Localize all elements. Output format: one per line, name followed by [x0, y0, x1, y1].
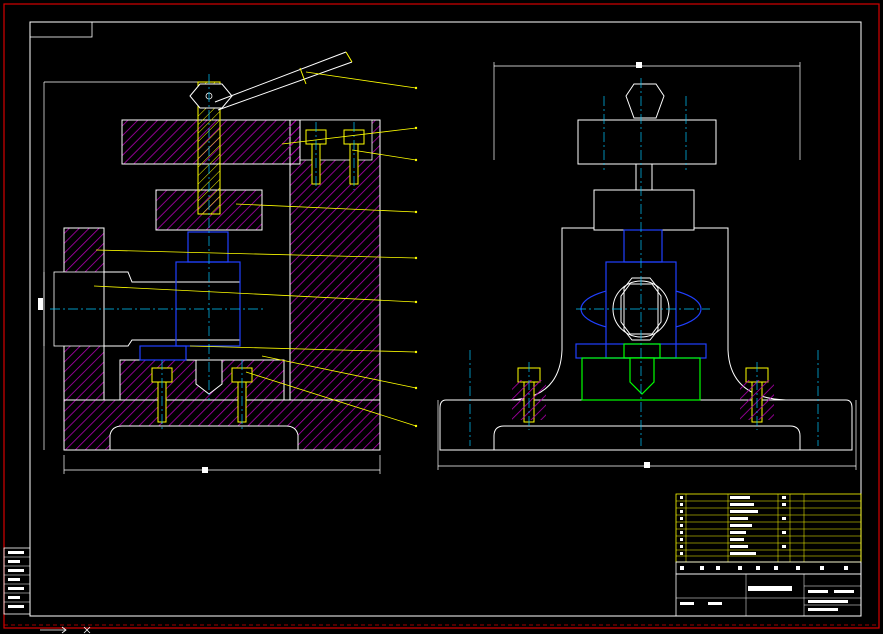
- drawing-number-box: [29, 21, 93, 38]
- parts-list: [675, 493, 862, 617]
- front-view: [38, 51, 381, 474]
- side-view: [437, 62, 857, 470]
- cad-drawing-sheet: [3, 3, 880, 634]
- front-column: [289, 119, 381, 401]
- front-handle: [214, 51, 347, 103]
- revision-table: [3, 547, 31, 615]
